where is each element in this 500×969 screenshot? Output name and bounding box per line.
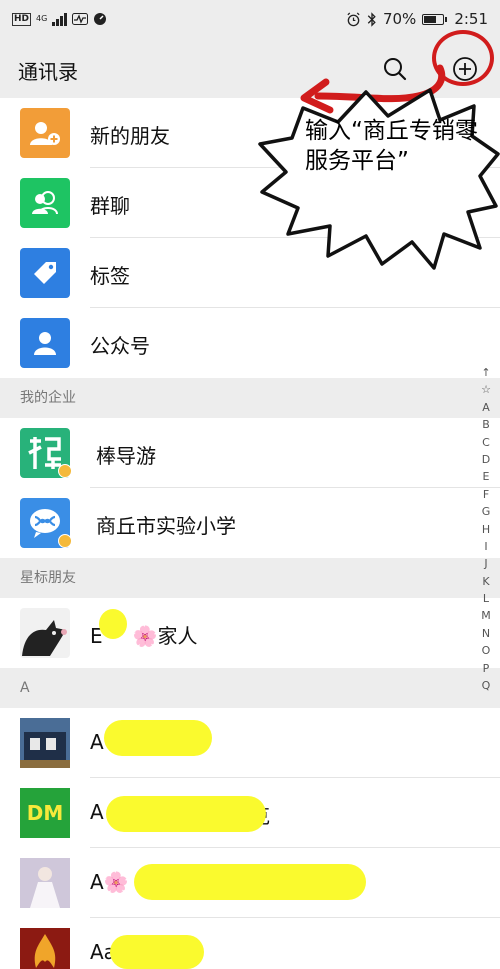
official-accounts-label: 公众号 bbox=[90, 334, 150, 358]
alarm-icon bbox=[347, 11, 360, 26]
official-accounts-item[interactable]: 公众号 bbox=[0, 308, 500, 378]
battery-icon bbox=[422, 13, 448, 25]
contact-row[interactable]: A) bbox=[0, 708, 500, 778]
avatar bbox=[20, 718, 70, 768]
index-letter[interactable]: A bbox=[478, 399, 494, 416]
svg-text:DM: DM bbox=[27, 801, 64, 825]
index-letter[interactable]: P bbox=[478, 660, 494, 677]
annotation-text: 输入“商丘专销零服务平台” bbox=[305, 118, 478, 174]
enterprise-label: 棒导游 bbox=[96, 444, 156, 468]
index-letter[interactable]: O bbox=[478, 642, 494, 659]
clock: 2:51 bbox=[454, 10, 488, 28]
section-header-starred: 星标朋友 bbox=[0, 558, 500, 598]
avatar bbox=[20, 928, 70, 969]
status-bar: HD 4G 70% 2:51 bbox=[0, 0, 500, 38]
group-icon bbox=[20, 178, 70, 228]
index-letter[interactable]: Q bbox=[478, 677, 494, 694]
enterprise-item[interactable]: 棒导游 bbox=[0, 418, 500, 488]
privacy-highlight bbox=[110, 935, 204, 969]
contact-row[interactable]: E 🌸家人 bbox=[0, 598, 500, 668]
signal-icon bbox=[52, 12, 68, 26]
tags-label: 标签 bbox=[90, 264, 130, 288]
tag-icon bbox=[20, 248, 70, 298]
add-friend-icon bbox=[20, 108, 70, 158]
battery-percent: 70% bbox=[382, 10, 417, 28]
section-header-a: A bbox=[0, 668, 500, 708]
privacy-highlight bbox=[134, 864, 366, 900]
index-letter[interactable]: ☆ bbox=[478, 381, 494, 398]
person-icon bbox=[20, 318, 70, 368]
verified-badge-icon bbox=[58, 534, 72, 548]
index-letter[interactable]: F bbox=[478, 486, 494, 503]
avatar bbox=[20, 608, 70, 658]
battery-level bbox=[424, 15, 437, 23]
index-letter[interactable]: E bbox=[478, 468, 494, 485]
page-title: 通讯录 bbox=[18, 60, 78, 84]
group-chats-label: 群聊 bbox=[90, 194, 130, 218]
activity-icon bbox=[72, 13, 89, 25]
index-letter[interactable]: N bbox=[478, 625, 494, 642]
avatar bbox=[20, 858, 70, 908]
index-letter[interactable]: B bbox=[478, 416, 494, 433]
avatar: DM bbox=[20, 788, 70, 838]
verified-badge-icon bbox=[58, 464, 72, 478]
index-letter[interactable]: C bbox=[478, 434, 494, 451]
hd-badge: HD bbox=[12, 12, 32, 26]
privacy-highlight bbox=[99, 609, 127, 639]
section-header-enterprise: 我的企业 bbox=[0, 378, 500, 418]
index-letter[interactable]: D bbox=[478, 451, 494, 468]
index-letter[interactable]: K bbox=[478, 573, 494, 590]
index-letter[interactable]: J bbox=[478, 555, 494, 572]
bluetooth-icon bbox=[367, 11, 376, 27]
index-letter[interactable]: L bbox=[478, 590, 494, 607]
enterprise-label: 商丘市实验小学 bbox=[96, 514, 236, 538]
index-letter[interactable]: ↑ bbox=[478, 364, 494, 381]
index-letter[interactable]: M bbox=[478, 607, 494, 624]
speedometer-icon bbox=[94, 13, 107, 25]
blossom-emoji: 🌸 bbox=[132, 624, 158, 648]
network-type: 4G bbox=[36, 14, 48, 23]
index-letter[interactable]: I bbox=[478, 538, 494, 555]
privacy-highlight bbox=[106, 796, 266, 832]
index-letter[interactable]: G bbox=[478, 503, 494, 520]
enterprise-item[interactable]: 商丘市实验小学 bbox=[0, 488, 500, 558]
contact-row[interactable]: Aa bbox=[0, 918, 500, 969]
index-letter[interactable]: H bbox=[478, 521, 494, 538]
new-friends-label: 新的朋友 bbox=[90, 124, 170, 148]
privacy-highlight bbox=[104, 720, 212, 756]
alphabet-index[interactable]: ↑ ☆ A B C D E F G H I J K L M N O P Q bbox=[478, 364, 494, 694]
